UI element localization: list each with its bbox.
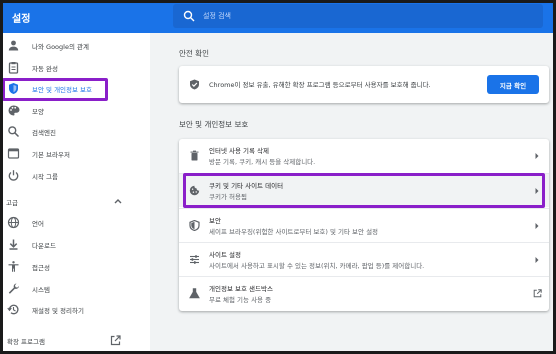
browser-icon [7, 148, 20, 159]
wrench-icon [8, 283, 19, 294]
sidebar-item-label: 자동 완성 [32, 65, 58, 73]
row-title: 사이트 설정 [209, 251, 241, 259]
sidebar-item-appearance[interactable]: 모양 [0, 101, 150, 121]
chevron-right-icon [535, 188, 539, 194]
row-title: 개인정보 보호 샌드박스 [209, 285, 273, 293]
accessibility-icon [8, 261, 19, 272]
row-subtitle: 무료 체험 기능 사용 중 [209, 296, 272, 304]
chevron-right-icon [535, 257, 539, 263]
sidebar-item-label: 접근성 [32, 264, 50, 272]
row-title: 인터넷 사용 기록 삭제 [209, 147, 270, 155]
shield-icon [9, 83, 18, 94]
sidebar-item-label: 모양 [32, 108, 44, 116]
clipboard-icon [8, 62, 19, 74]
safety-check-heading: 안전 확인 [179, 49, 209, 58]
palette-icon [8, 105, 20, 116]
external-link-icon [533, 289, 542, 298]
trash-icon [190, 150, 199, 161]
search-icon [8, 126, 20, 138]
person-icon [8, 40, 19, 51]
privacy-heading: 보안 및 개인정보 보호 [179, 120, 249, 129]
sidebar-item-label: 기본 브라우저 [32, 151, 70, 159]
sidebar: 나와 Google의 관계 자동 완성 보안 및 개인정보 보호 모양 검색엔진… [0, 33, 150, 354]
row-subtitle: 쿠키가 허용됨 [209, 193, 247, 201]
sidebar-item-you-and-google[interactable]: 나와 Google의 관계 [0, 36, 150, 56]
sidebar-item-label: 보안 및 개인정보 보호 [32, 86, 93, 94]
sidebar-item-system[interactable]: 시스템 [0, 279, 150, 299]
sidebar-item-label: 확장 프로그램 [7, 338, 45, 346]
check-now-button[interactable]: 지금 확인 [487, 75, 539, 94]
sidebar-item-languages[interactable]: 언어 [0, 213, 150, 233]
app-title: 설정 [12, 14, 31, 25]
cookie-icon [189, 185, 200, 196]
row-subtitle: 방문 기록, 쿠키, 캐시 등을 삭제합니다. [209, 158, 316, 166]
flask-icon [189, 288, 200, 299]
safety-check-card: Chrome이 정보 유출, 유해한 확장 프로그램 등으로부터 사용자를 보호… [179, 66, 549, 103]
chevron-right-icon [535, 153, 539, 159]
sidebar-item-on-startup[interactable]: 시작 그룹 [0, 166, 150, 186]
shield-check-icon [190, 79, 199, 90]
top-bar: 설정 [0, 0, 556, 33]
sidebar-item-label: 시스템 [32, 286, 50, 294]
sidebar-item-default-browser[interactable]: 기본 브라우저 [0, 144, 150, 164]
sidebar-item-label: 시작 그룹 [32, 173, 58, 181]
row-title: 보안 [209, 217, 221, 225]
row-site-settings[interactable]: 사이트 설정 사이트에서 사용하고 표시할 수 있는 정보(위치, 카메라, 팝… [179, 243, 549, 276]
row-security[interactable]: 보안 세이프 브라우징(위험한 사이트로부터 보호) 및 기타 보안 설정 [179, 209, 549, 242]
sidebar-item-accessibility[interactable]: 접근성 [0, 257, 150, 277]
history-icon [7, 304, 19, 315]
sidebar-item-autofill[interactable]: 자동 완성 [0, 58, 150, 78]
chevron-up-icon[interactable] [114, 198, 122, 204]
privacy-card: 인터넷 사용 기록 삭제 방문 기록, 쿠키, 캐시 등을 삭제합니다. 쿠키 … [179, 139, 549, 311]
search-box[interactable] [173, 4, 543, 28]
download-icon [9, 239, 18, 250]
row-clear-browsing-data[interactable]: 인터넷 사용 기록 삭제 방문 기록, 쿠키, 캐시 등을 삭제합니다. [179, 139, 549, 172]
sidebar-item-label: 다운로드 [32, 242, 56, 250]
row-subtitle: 세이프 브라우징(위험한 사이트로부터 보호) 및 기타 보안 설정 [209, 228, 379, 236]
row-cookies[interactable]: 쿠키 및 기타 사이트 데이터 쿠키가 허용됨 [179, 174, 549, 207]
shield-icon [189, 220, 200, 231]
external-link-icon [110, 335, 121, 346]
sidebar-item-privacy-security[interactable]: 보안 및 개인정보 보호 [0, 79, 150, 99]
sliders-icon [190, 255, 199, 264]
chevron-right-icon [535, 223, 539, 229]
search-icon [183, 10, 195, 22]
row-title: 쿠키 및 기타 사이트 데이터 [209, 182, 284, 190]
sidebar-item-reset-cleanup[interactable]: 재설정 및 정리하기 [0, 300, 150, 320]
sidebar-item-label: 나와 Google의 관계 [32, 43, 89, 51]
power-icon [8, 170, 19, 181]
row-privacy-sandbox[interactable]: 개인정보 보호 샌드박스 무료 체험 기능 사용 중 [179, 277, 549, 310]
sidebar-item-search-engine[interactable]: 검색엔진 [0, 122, 150, 142]
sidebar-item-extensions[interactable]: 확장 프로그램 [0, 331, 150, 351]
search-input[interactable] [203, 7, 523, 25]
sidebar-item-label: 언어 [32, 220, 44, 228]
sidebar-item-label: 검색엔진 [32, 129, 56, 137]
globe-icon [7, 216, 20, 229]
safety-check-text: Chrome이 정보 유출, 유해한 확장 프로그램 등으로부터 사용자를 보호… [209, 81, 431, 89]
sidebar-item-label: 재설정 및 정리하기 [32, 307, 84, 315]
advanced-section-label[interactable]: 고급 [6, 197, 18, 207]
sidebar-item-downloads[interactable]: 다운로드 [0, 235, 150, 255]
row-subtitle: 사이트에서 사용하고 표시할 수 있는 정보(위치, 카메라, 팝업 등)를 제… [209, 262, 425, 270]
